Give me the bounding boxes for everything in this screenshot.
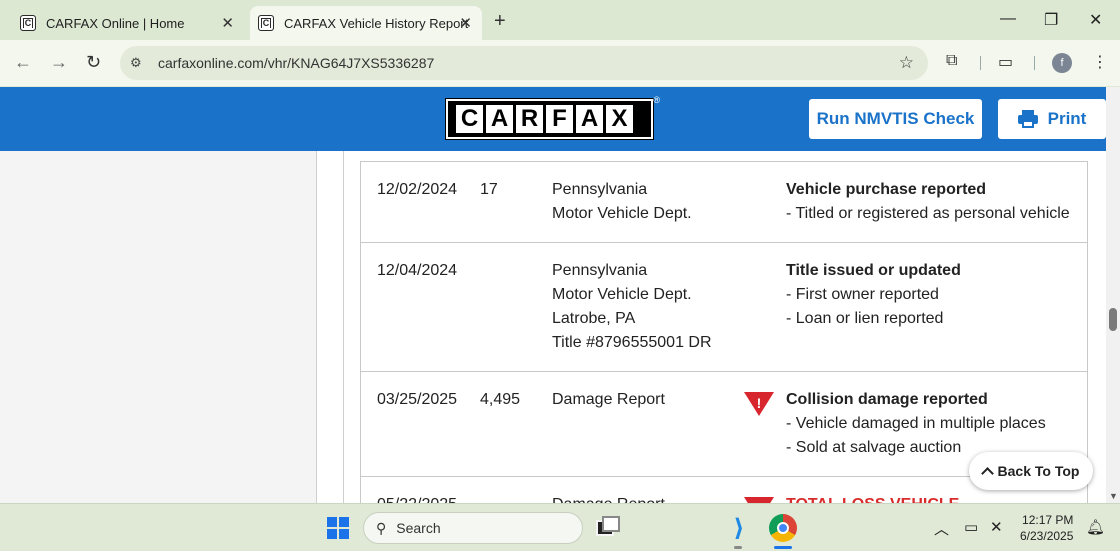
site-info-icon[interactable]: ⚙ (130, 55, 154, 71)
tab-search-icon[interactable]: ▭ (998, 52, 1013, 72)
record-date: 03/25/2025 (377, 391, 458, 408)
record-source: Damage Report (552, 388, 665, 412)
print-label: Print (1047, 109, 1087, 128)
record-date: 05/22/2025 (377, 493, 457, 503)
source-line: Damage Report (552, 493, 665, 503)
source-line: Motor Vehicle Dept. (552, 205, 692, 222)
source-line: Damage Report (552, 391, 665, 408)
scrollbar-thumb[interactable] (1109, 308, 1117, 331)
tab-title: CARFAX Vehicle History Report (284, 15, 469, 31)
record-detail: - Loan or lien reported (786, 310, 944, 327)
history-record-row: 12/02/2024 17 Pennsylvania Motor Vehicle De… (361, 162, 1087, 243)
bookmark-star-icon[interactable]: ☆ (899, 53, 914, 73)
page-scrollbar[interactable]: ▼ (1106, 87, 1120, 503)
record-comments: Vehicle purchase reported - Titled or reg… (786, 178, 1070, 226)
record-event-title: Vehicle purchase reported (786, 181, 987, 198)
extensions-icon[interactable]: ⧉ (946, 52, 957, 70)
record-source: Damage Report (552, 493, 665, 503)
history-card: 12/02/2024 17 Pennsylvania Motor Vehicle De… (343, 151, 1106, 503)
record-date: 12/02/2024 (377, 181, 458, 198)
record-comments: Title issued or updated - First owner rep… (786, 259, 961, 331)
task-view-icon[interactable] (594, 514, 622, 542)
source-line: Pennsylvania (552, 181, 648, 198)
record-detail: - Vehicle damaged in multiple places (786, 415, 1046, 432)
history-record-row: 12/04/2024 Pennsylvania Motor Vehicle Dept… (361, 243, 1087, 372)
printer-icon (1017, 110, 1038, 128)
profile-avatar[interactable]: f (1052, 53, 1072, 73)
record-event-title: Collision damage reported (786, 391, 988, 408)
source-line: Motor Vehicle Dept. (552, 286, 692, 303)
carfax-logo: C A R F A X ® (445, 95, 660, 140)
active-indicator (774, 546, 792, 549)
system-clock[interactable]: 12:17 PM 6/23/2025 (1020, 512, 1073, 544)
record-source: Pennsylvania Motor Vehicle Dept. Latrobe, … (552, 259, 712, 355)
windows-start-icon[interactable] (327, 517, 349, 539)
toolbar-divider (1034, 56, 1035, 70)
volume-muted-icon[interactable]: ✕ (990, 518, 1003, 536)
search-placeholder: Search (396, 520, 441, 536)
address-bar[interactable]: ⚙ carfaxonline.com/vhr/KNAG64J7XS5336287… (120, 46, 928, 80)
scroll-down-arrow-icon[interactable]: ▼ (1109, 491, 1118, 501)
close-tab-icon[interactable]: ✕ (459, 14, 472, 32)
vscode-icon[interactable]: ⟩ (725, 514, 753, 542)
print-button[interactable]: Print (998, 99, 1106, 139)
record-mileage: 17 (480, 181, 498, 198)
carfax-favicon-icon: C (258, 15, 274, 31)
run-nmvtis-check-button[interactable]: Run NMVTIS Check (809, 99, 982, 139)
running-indicator (734, 546, 742, 549)
record-comments: TOTAL LOSS VEHICLE (786, 493, 959, 503)
tab-carfax-home[interactable]: C CARFAX Online | Home ✕ (8, 6, 244, 40)
carfax-header: C A R F A X ® Run NMVTIS Check Print (0, 87, 1106, 151)
source-line: Title #8796555001 DR (552, 334, 712, 351)
back-to-top-label: Back To Top (997, 463, 1080, 479)
report-content: 12/02/2024 17 Pennsylvania Motor Vehicle De… (0, 151, 1106, 503)
source-line: Latrobe, PA (552, 310, 636, 327)
forward-arrow-icon[interactable]: → (50, 52, 68, 73)
left-panel (0, 151, 317, 503)
close-tab-icon[interactable]: ✕ (221, 14, 234, 32)
record-event-title: TOTAL LOSS VEHICLE (786, 493, 959, 503)
search-icon: ⚲ (376, 519, 387, 536)
notifications-bell-icon[interactable]: 🔔︎ (1086, 518, 1105, 536)
url-text[interactable]: carfaxonline.com/vhr/KNAG64J7XS5336287 (158, 55, 434, 71)
chevron-up-icon (980, 467, 994, 480)
tab-bar: C CARFAX Online | Home ✕ C CARFAX Vehicl… (0, 0, 1120, 40)
detailed-history-table: 12/02/2024 17 Pennsylvania Motor Vehicle De… (360, 161, 1088, 503)
record-source: Pennsylvania Motor Vehicle Dept. (552, 178, 692, 226)
source-line: Pennsylvania (552, 262, 648, 279)
record-date: 12/04/2024 (377, 262, 458, 279)
record-event-title: Title issued or updated (786, 262, 961, 279)
chrome-icon[interactable] (769, 514, 797, 542)
record-mileage: 4,495 (480, 391, 521, 408)
record-detail: - Titled or registered as personal vehic… (786, 205, 1070, 222)
record-detail: - First owner reported (786, 286, 939, 303)
new-tab-button[interactable]: + (494, 10, 506, 33)
back-arrow-icon[interactable]: ← (14, 52, 32, 73)
close-window-button[interactable]: ✕ (1089, 10, 1102, 30)
damage-alert-icon: ! (744, 392, 774, 418)
back-to-top-button[interactable]: Back To Top (969, 452, 1093, 490)
tab-vehicle-history-report[interactable]: C CARFAX Vehicle History Report ✕ (250, 6, 482, 40)
windows-taskbar: ⚲ Search ⟩ ︿ ▭ ✕ 12:17 PM 6/23/2025 🔔︎ (0, 503, 1120, 551)
show-hidden-icons-chevron-icon[interactable]: ︿ (934, 518, 949, 539)
taskbar-search[interactable]: ⚲ Search (363, 512, 583, 544)
minimize-button[interactable]: — (1000, 10, 1016, 28)
maximize-button[interactable]: ❐ (1044, 10, 1058, 30)
network-icon[interactable]: ▭ (964, 518, 978, 536)
toolbar-divider (980, 56, 981, 70)
browser-toolbar: ← → ↻ ⚙ carfaxonline.com/vhr/KNAG64J7XS5… (0, 40, 1120, 86)
record-comments: Collision damage reported - Vehicle damag… (786, 388, 1046, 460)
reload-icon[interactable]: ↻ (86, 52, 101, 73)
tab-title: CARFAX Online | Home (46, 15, 185, 31)
carfax-favicon-icon: C (20, 15, 36, 31)
menu-dots-icon[interactable]: ⋮ (1092, 52, 1108, 72)
